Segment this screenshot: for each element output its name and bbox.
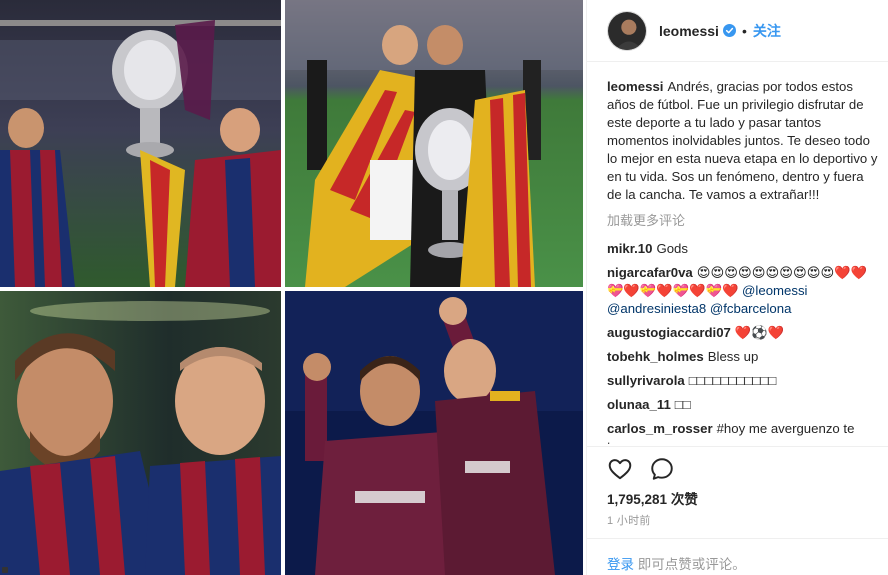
mention-link[interactable]: @fcbarcelona xyxy=(710,301,792,316)
login-link[interactable]: 登录 xyxy=(607,557,634,572)
photo-flags-trophy xyxy=(285,0,583,287)
comment-text: Bless up xyxy=(707,349,759,364)
caption-text: Andrés, gracias por todos estos años de … xyxy=(607,79,878,202)
photo-trophy-celebration xyxy=(0,0,281,287)
comment-text: Gods xyxy=(656,241,688,256)
comment-username[interactable]: tobehk_holmes xyxy=(607,349,704,364)
comment-row: carlos_m_rosser#hoy me averguenzo te toc… xyxy=(607,420,879,444)
comment-text: □□□□□□□□□□□ xyxy=(688,373,777,388)
comment-username[interactable]: mikr.10 xyxy=(607,241,652,256)
comment-username[interactable]: augustogiaccardi07 xyxy=(607,325,731,340)
post-author-username[interactable]: leomessi xyxy=(659,23,719,39)
photo-closeup-celebration xyxy=(0,291,281,575)
follow-button[interactable]: 关注 xyxy=(753,21,781,41)
comment-row: olunaa_11 □□ xyxy=(607,396,879,414)
post-caption: leomessi Andrés, gracias por todos estos … xyxy=(607,78,879,204)
comment-row: sullyrivarola □□□□□□□□□□□ xyxy=(607,372,879,390)
likes-count[interactable]: 1,795,281 次赞 xyxy=(607,488,698,508)
post-sidebar: leomessi • 关注 leomessi Andrés, gracias po… xyxy=(586,0,888,575)
post-image-collage[interactable] xyxy=(0,0,586,575)
comment-username[interactable]: olunaa_11 xyxy=(607,397,671,412)
caption-username[interactable]: leomessi xyxy=(607,79,663,94)
verified-badge-icon xyxy=(722,24,736,37)
mention-link[interactable]: @andresiniesta8 xyxy=(607,301,706,316)
comment-text: □□ xyxy=(674,397,691,412)
comment-username[interactable]: carlos_m_rosser xyxy=(607,421,713,436)
heart-icon[interactable] xyxy=(607,456,633,482)
divider xyxy=(587,538,888,539)
comment-row: tobehk_holmes Bless up xyxy=(607,348,879,366)
comment-bubble-icon[interactable] xyxy=(649,456,675,482)
divider xyxy=(587,446,888,447)
avatar[interactable] xyxy=(607,10,647,51)
photo-fist-pump-celebration xyxy=(285,291,583,575)
likes-label: 次赞 xyxy=(670,492,698,507)
post-header: leomessi • 关注 xyxy=(587,0,888,62)
comment-text: ❤️⚽❤️ xyxy=(734,325,785,340)
comment-row: nigarcafar0va 😍😍😍😍😍😍😍😍😍😍❤️❤️💝❤️💝❤️💝❤️💝❤️ … xyxy=(607,264,879,318)
post-timestamp[interactable]: 1 小时前 xyxy=(607,512,651,528)
post-actions xyxy=(607,456,675,482)
separator-dot: • xyxy=(741,22,747,39)
comments-list[interactable]: leomessi Andrés, gracias por todos estos … xyxy=(607,78,879,444)
comment-username[interactable]: nigarcafar0va xyxy=(607,265,693,280)
mention-link[interactable]: @leomessi xyxy=(742,283,807,298)
likes-number: 1,795,281 xyxy=(607,492,668,507)
carousel-indicator-icon xyxy=(2,567,8,573)
comment-username[interactable]: sullyrivarola xyxy=(607,373,685,388)
comment-row: augustogiaccardi07 ❤️⚽❤️ xyxy=(607,324,879,342)
load-more-comments-button[interactable]: 加载更多评论 xyxy=(607,212,879,230)
login-prompt: 登录 即可点赞或评论。 xyxy=(607,553,746,573)
login-prompt-text: 即可点赞或评论。 xyxy=(637,557,746,572)
comment-row: mikr.10 Gods xyxy=(607,240,879,258)
